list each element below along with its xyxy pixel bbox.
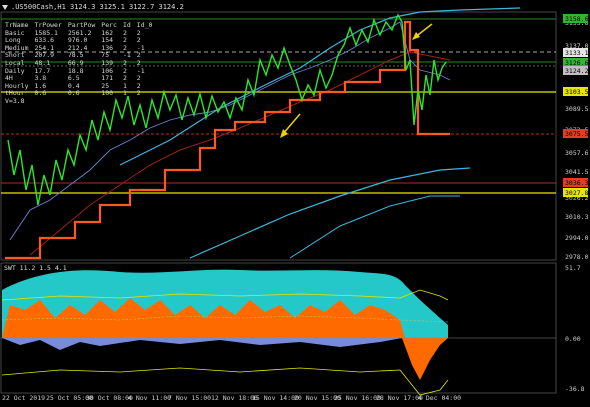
cell: 0.6 — [34, 89, 47, 98]
oscillator-blue-area — [2, 338, 402, 350]
cell: 100 — [101, 89, 114, 98]
trend-stats-table: TrName TrPower PartPow Perc Id Id_0 Basi… — [5, 21, 158, 106]
table-row: tHour 0.6 0.6 100 1 2 — [5, 90, 158, 98]
table-row: Hourly 1.6 0.4 25 1 2 — [5, 82, 158, 91]
table-row: 4H 3.8 6.5 171 2 2 — [5, 75, 158, 83]
table-row: Daily 17.7 18.8 106 2 -1 — [5, 67, 158, 76]
channel-lower-line — [189, 167, 471, 259]
down-arrow-head-icon — [412, 32, 420, 40]
time-label: 15 Nov 14:00 — [252, 394, 299, 402]
time-label: 28 Nov 17:00 — [376, 394, 423, 402]
channel-upper-line — [119, 7, 521, 166]
cell: 1 — [122, 89, 127, 98]
volume-label: V=3.8 — [5, 96, 25, 105]
cell: 2 — [136, 89, 141, 98]
time-label: 4 Nov 11:00 — [128, 394, 172, 402]
time-label: 30 Oct 08:00 — [86, 394, 133, 402]
cell: 0.6 — [67, 89, 80, 98]
time-label: 12 Nov 18:00 — [211, 394, 258, 402]
oscillator-title: SWT 11.2 1.5 4.1 — [4, 264, 67, 272]
time-label: 4 Dec 04:00 — [418, 394, 462, 402]
time-label: 7 Nov 15:00 — [168, 394, 212, 402]
table-row: V=3.8 — [5, 96, 158, 106]
time-label: 22 Oct 2019 — [2, 394, 46, 402]
chart-window: .US500Cash,H1 3124.3 3125.1 3122.7 3124.… — [0, 0, 590, 407]
oscillator-orange-drop — [402, 338, 448, 380]
oscillator-yellow-lower — [1, 367, 449, 396]
time-axis: 22 Oct 2019 25 Oct 05:00 30 Oct 08:00 4 … — [0, 394, 560, 406]
time-label: 25 Nov 16:00 — [334, 394, 381, 402]
